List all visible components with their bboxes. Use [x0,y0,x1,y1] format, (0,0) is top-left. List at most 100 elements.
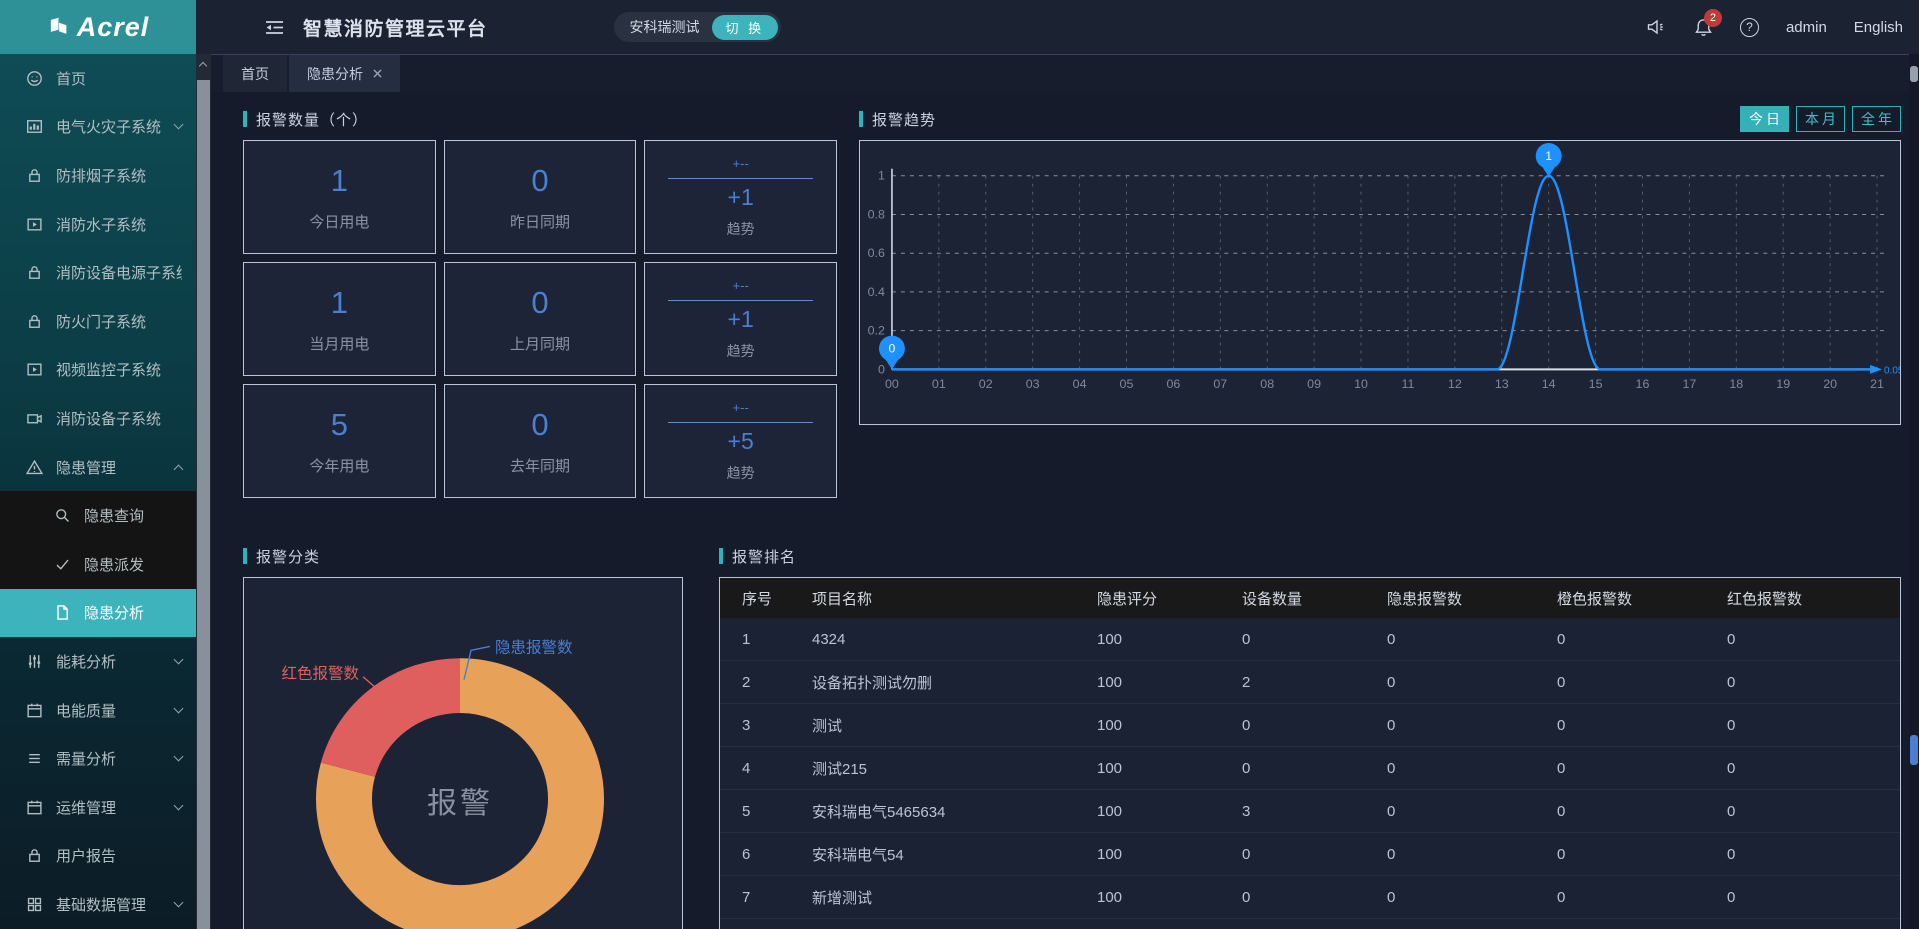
x-tick: 17 [1682,377,1696,391]
stat-label: 今日用电 [309,211,369,232]
sidebar-item-label: 隐患查询 [84,505,182,526]
range-button-month[interactable]: 本月 [1796,106,1845,132]
tab-home[interactable]: 首页 [223,55,287,92]
chevron-down-icon [174,703,184,713]
calendar-icon [26,702,43,719]
cell: 2 [742,674,812,691]
table-row: 5安科瑞电气54656341003000 [720,790,1900,833]
cell: 100 [1097,674,1242,691]
table-row: 2设备拓扑测试勿删1002000 [720,661,1900,704]
sidebar-item-home[interactable]: 首页 [0,54,196,103]
sidebar-item-label: 能耗分析 [56,651,162,672]
stat-card: 0 上月同期 [444,262,637,376]
x-tick: 19 [1776,377,1790,391]
sidebar-item-fire-power[interactable]: 消防设备电源子系统 [0,248,196,297]
sidebar-item-video-monitor[interactable]: 视频监控子系统 [0,346,196,395]
stat-card: 1 当月用电 [243,262,436,376]
sidebar-item-label: 运维管理 [56,797,162,818]
section-title: 报警数量（个） [243,106,837,132]
lock-icon [26,847,43,864]
x-tick: 01 [932,377,946,391]
page-scroll-top-button[interactable] [1910,66,1918,82]
page-scrollbar-thumb[interactable] [1910,735,1918,765]
sidebar-item-label: 基础数据管理 [56,894,162,915]
sidebar-item-user-report[interactable]: 用户报告 [0,832,196,881]
cell: 7 [742,889,812,906]
dashboard-content: 报警数量（个） 1 今日用电 0 昨日同期 [211,92,1909,929]
chevron-down-icon [174,654,184,664]
title-accent-bar [859,111,863,127]
sliders-icon [26,653,43,670]
sidebar-item-demand-analysis[interactable]: 需量分析 [0,734,196,783]
stat-card: 0 去年同期 [444,384,637,498]
x-tick: 20 [1823,377,1837,391]
scroll-up-arrow-icon[interactable] [199,62,207,70]
sidebar-item-base-data[interactable]: 基础数据管理 [0,880,196,929]
cell: 0 [1557,803,1727,820]
sidebar-scrollbar-thumb[interactable] [197,80,210,929]
sidebar-item-hazard-management[interactable]: 隐患管理 [0,443,196,492]
sidebar-item-label: 视频监控子系统 [56,359,182,380]
fraction-divider [668,300,813,301]
donut-center-label: 报警 [427,787,493,820]
y-tick: 0.8 [868,207,885,221]
language-switch[interactable]: English [1854,19,1903,36]
sidebar-item-smoke-control[interactable]: 防排烟子系统 [0,151,196,200]
x-tick: 00 [885,377,899,391]
donut-chart: 隐患报警数 红色报警数 报警 [243,577,683,929]
trend-card: +-- +5 趋势 [644,384,837,498]
sidebar-item-hazard-dispatch[interactable]: 隐患派发 [0,540,196,589]
sidebar-item-hazard-query[interactable]: 隐患查询 [0,491,196,540]
section-title-text: 报警分类 [256,546,320,567]
sidebar-collapse-icon[interactable] [264,19,285,36]
chevron-down-icon [174,120,184,130]
user-menu[interactable]: admin [1786,19,1827,36]
slice-label-red: 红色报警数 [282,666,359,683]
tab-hazard-analysis[interactable]: 隐患分析 [289,55,400,92]
chart-icon [26,118,43,135]
close-icon[interactable] [373,69,382,78]
camera-icon [26,410,43,427]
sidebar-item-fire-devices[interactable]: 消防设备子系统 [0,394,196,443]
sidebar-item-electrical-fire[interactable]: 电气火灾子系统 [0,103,196,152]
sidebar-nav: 首页 电气火灾子系统 防排烟子系统 消防水子系统 消防设备电源子系统 防 [0,54,196,929]
sidebar-item-power-quality[interactable]: 电能质量 [0,686,196,735]
page-scrollbar [1909,54,1919,929]
cell: 100 [1097,846,1242,863]
video-icon [26,361,43,378]
x-tick: 06 [1166,377,1180,391]
sidebar-item-label: 首页 [56,68,182,89]
help-icon[interactable]: ? [1740,18,1759,37]
y-tick: 1 [878,169,885,183]
cell: 0 [1727,846,1900,863]
trend-value: +1 [728,184,754,211]
sidebar-item-ops-management[interactable]: 运维管理 [0,783,196,832]
fraction-divider [668,178,813,179]
trend-value: +5 [728,428,754,455]
cell: 0 [1557,846,1727,863]
speaker-icon[interactable] [1646,18,1667,36]
trend-fraction-top: +-- [733,400,749,415]
sidebar-item-fire-door[interactable]: 防火门子系统 [0,297,196,346]
sidebar-item-energy-analysis[interactable]: 能耗分析 [0,637,196,686]
sidebar-item-fire-water[interactable]: 消防水子系统 [0,200,196,249]
trend-value: +1 [728,306,754,333]
tenant-switch-button[interactable]: 切 换 [712,15,779,40]
notifications-bell-icon[interactable]: 2 [1694,18,1713,37]
stat-value: 0 [531,163,548,199]
cell: 0 [1387,803,1557,820]
range-button-today[interactable]: 今日 [1740,106,1789,132]
column-header: 隐患评分 [1097,588,1242,609]
column-header: 橙色报警数 [1557,588,1727,609]
sidebar-item-label: 隐患派发 [84,554,182,575]
x-tick: 18 [1729,377,1743,391]
ranking-table: 序号 项目名称 隐患评分 设备数量 隐患报警数 橙色报警数 红色报警数 1432… [719,577,1901,929]
tenant-selector: 安科瑞测试 切 换 [614,12,782,42]
x-tick: 14 [1542,377,1556,391]
chevron-up-icon [174,464,184,474]
stat-value: 1 [331,285,348,321]
trend-card: +-- +1 趋势 [644,140,837,254]
alarm-trend-section: 报警趋势 今日 本月 全年 [859,106,1901,498]
range-button-year[interactable]: 全年 [1852,106,1901,132]
sidebar-item-hazard-analysis[interactable]: 隐患分析 [0,589,196,638]
